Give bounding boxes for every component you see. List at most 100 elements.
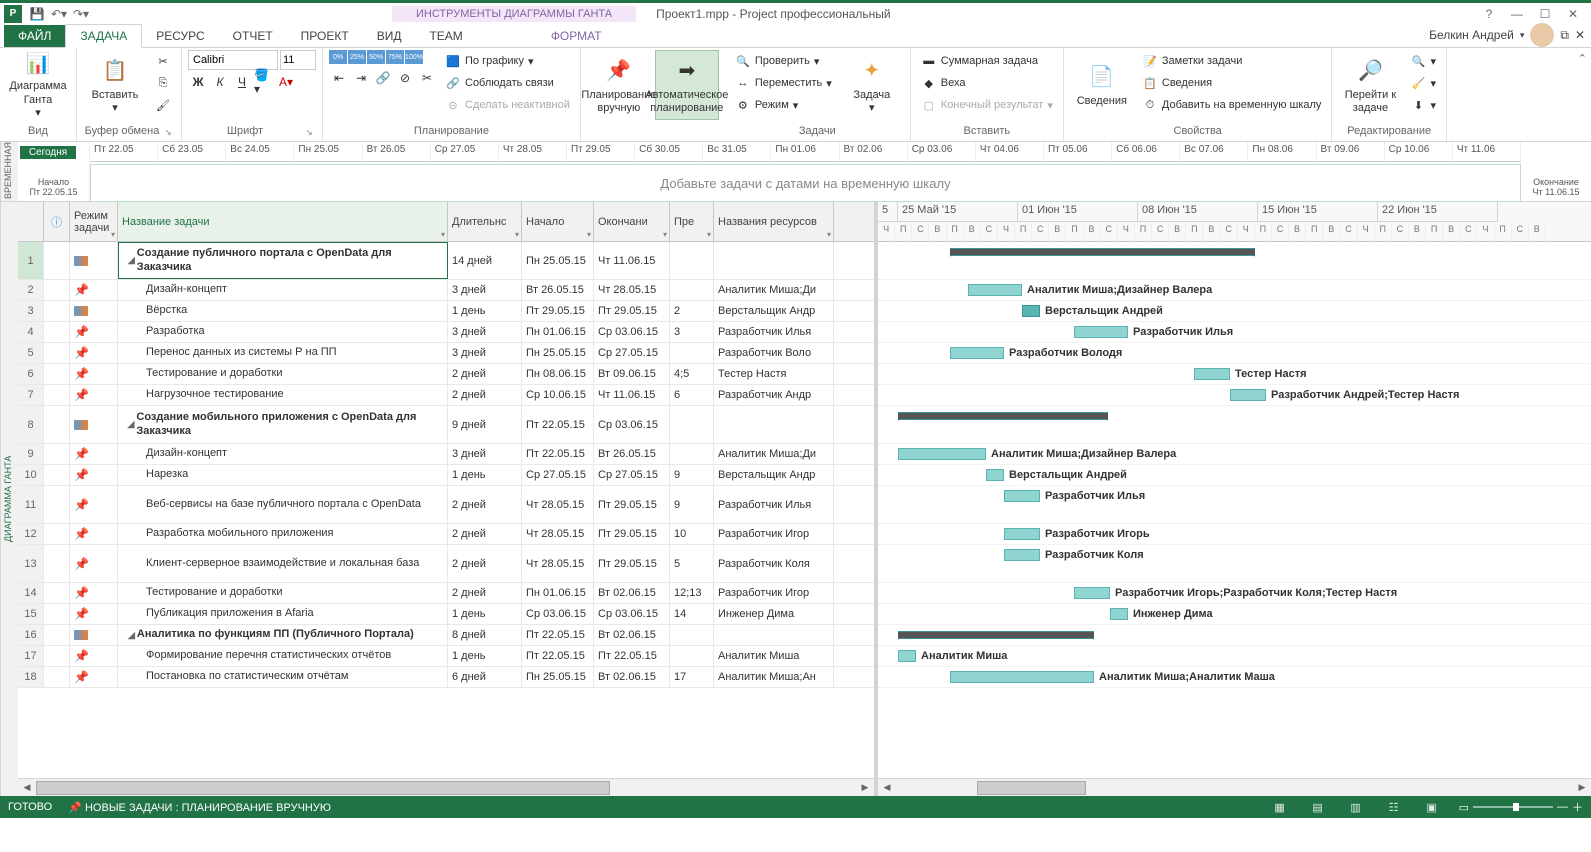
summary-bar[interactable] (898, 631, 1094, 639)
underline-button[interactable]: Ч (232, 72, 252, 92)
row-number[interactable]: 11 (18, 486, 44, 523)
cell-resources[interactable]: Верстальщик Андр (714, 301, 834, 321)
cell-start[interactable]: Чт 28.05.15 (522, 545, 594, 582)
row-number[interactable]: 8 (18, 406, 44, 443)
add-timeline-button[interactable]: ⏱Добавить на временную шкалу (1138, 94, 1326, 116)
cell-indicator[interactable] (44, 625, 70, 645)
cell-predecessors[interactable] (670, 625, 714, 645)
chart-row[interactable]: Аналитик Миша (878, 646, 1591, 667)
cell-mode[interactable]: 📌 (70, 667, 118, 687)
task-bar[interactable]: Аналитик Миша (898, 650, 916, 662)
user-avatar[interactable] (1530, 23, 1554, 47)
unlink-button[interactable]: ⊘ (395, 68, 415, 88)
qat-save[interactable]: 💾 (26, 4, 48, 24)
cell-predecessors[interactable]: 6 (670, 385, 714, 405)
tab-project[interactable]: ПРОЕКТ (287, 25, 363, 47)
scroll-right-button[interactable]: ▶ (856, 780, 874, 796)
cell-start[interactable]: Пн 25.05.15 (522, 242, 594, 279)
cell-duration[interactable]: 1 день (448, 301, 522, 321)
scroll-right-button[interactable]: ▶ (1573, 780, 1591, 796)
help-button[interactable]: ? (1475, 4, 1503, 24)
collapse-icon[interactable]: ◢ (128, 255, 135, 266)
cell-resources[interactable]: Аналитик Миша;Ди (714, 444, 834, 464)
task-row[interactable]: 6📌Тестирование и доработки2 днейПн 08.06… (18, 364, 874, 385)
cell-predecessors[interactable] (670, 444, 714, 464)
cell-predecessors[interactable]: 2 (670, 301, 714, 321)
row-number[interactable]: 13 (18, 545, 44, 582)
chart-hscroll[interactable]: ◀ ▶ (878, 778, 1591, 796)
col-name[interactable]: Название задачи▾ (118, 202, 448, 241)
row-number[interactable]: 16 (18, 625, 44, 645)
cell-indicator[interactable] (44, 465, 70, 485)
link-button[interactable]: 🔗 (373, 68, 393, 88)
chart-row[interactable]: Аналитик Миша;Аналитик Маша (878, 667, 1591, 688)
auto-schedule-button[interactable]: ➡Автоматическое планирование (655, 50, 719, 120)
fill-button[interactable]: ⬇▾ (1406, 94, 1440, 116)
task-bar[interactable]: Разработчик Володя (950, 347, 1004, 359)
cell-start[interactable]: Пн 01.06.15 (522, 583, 594, 603)
view-resource-sheet-button[interactable]: ☷ (1383, 798, 1405, 816)
cell-start[interactable]: Чт 28.05.15 (522, 486, 594, 523)
find-button[interactable]: 🔍▾ (1406, 50, 1440, 72)
cell-name[interactable]: Веб-сервисы на базе публичного портала с… (118, 486, 448, 523)
cut-button[interactable]: ✂ (151, 50, 175, 72)
user-name[interactable]: Белкин Андрей (1429, 28, 1514, 42)
inactivate-button[interactable]: ⊝Сделать неактивной (441, 94, 574, 116)
cell-indicator[interactable] (44, 545, 70, 582)
tab-resource[interactable]: РЕСУРС (142, 25, 218, 47)
task-row[interactable]: 15📌Публикация приложения в Afaria1 деньС… (18, 604, 874, 625)
task-row[interactable]: 7📌Нагрузочное тестирование2 днейСр 10.06… (18, 385, 874, 406)
mode-button[interactable]: ⚙Режим▾ (731, 94, 836, 116)
cell-duration[interactable]: 3 дней (448, 444, 522, 464)
manual-schedule-button[interactable]: 📌Планирование вручную (587, 50, 651, 120)
row-number[interactable]: 10 (18, 465, 44, 485)
cell-resources[interactable]: Тестер Настя (714, 364, 834, 384)
cell-indicator[interactable] (44, 604, 70, 624)
cell-duration[interactable]: 1 день (448, 604, 522, 624)
cell-end[interactable]: Вт 02.06.15 (594, 667, 670, 687)
cell-predecessors[interactable]: 14 (670, 604, 714, 624)
cell-name[interactable]: ◢Создание публичного портала с OpenData … (118, 242, 448, 279)
cell-end[interactable]: Ср 03.06.15 (594, 406, 670, 443)
cell-mode[interactable] (70, 242, 118, 279)
tab-file[interactable]: ФАЙЛ (4, 25, 65, 47)
cell-start[interactable]: Пт 29.05.15 (522, 301, 594, 321)
cell-start[interactable]: Чт 28.05.15 (522, 524, 594, 544)
cell-predecessors[interactable] (670, 406, 714, 443)
cell-end[interactable]: Пт 29.05.15 (594, 486, 670, 523)
row-number[interactable]: 9 (18, 444, 44, 464)
task-row[interactable]: 17📌Формирование перечня статистических о… (18, 646, 874, 667)
cell-indicator[interactable] (44, 301, 70, 321)
zoom-in-button[interactable]: ＋ (1572, 799, 1583, 815)
row-number[interactable]: 3 (18, 301, 44, 321)
chart-body[interactable]: Аналитик Миша;Дизайнер ВалераВерстальщик… (878, 242, 1591, 778)
col-predecessors[interactable]: Пре▾ (670, 202, 714, 241)
cell-duration[interactable]: 2 дней (448, 364, 522, 384)
cell-resources[interactable]: Разработчик Илья (714, 322, 834, 342)
cell-name[interactable]: Нагрузочное тестирование (118, 385, 448, 405)
font-name-input[interactable] (188, 50, 278, 70)
row-number[interactable]: 14 (18, 583, 44, 603)
task-row[interactable]: 9📌Дизайн-концепт3 днейПт 22.05.15Вт 26.0… (18, 444, 874, 465)
cell-end[interactable]: Вт 26.05.15 (594, 444, 670, 464)
cell-start[interactable]: Пт 22.05.15 (522, 406, 594, 443)
cell-end[interactable]: Ср 27.05.15 (594, 465, 670, 485)
cell-name[interactable]: Дизайн-концепт (118, 444, 448, 464)
qat-redo[interactable]: ↷▾ (70, 4, 92, 24)
cell-end[interactable]: Пт 29.05.15 (594, 545, 670, 582)
cell-resources[interactable]: Аналитик Миша (714, 646, 834, 666)
cell-indicator[interactable] (44, 444, 70, 464)
chart-row[interactable]: Разработчик Коля (878, 545, 1591, 583)
cell-resources[interactable] (714, 625, 834, 645)
tab-team[interactable]: TEAM (415, 25, 476, 47)
cell-mode[interactable]: 📌 (70, 524, 118, 544)
col-duration[interactable]: Длительнс▾ (448, 202, 522, 241)
chart-row[interactable]: Разработчик Игорь (878, 524, 1591, 545)
cell-start[interactable]: Вт 26.05.15 (522, 280, 594, 300)
close-button[interactable]: ✕ (1559, 4, 1587, 24)
gantt-chart-button[interactable]: 📊Диаграмма Ганта▾ (6, 50, 70, 120)
cell-mode[interactable] (70, 406, 118, 443)
cell-mode[interactable] (70, 625, 118, 645)
scroll-thumb[interactable] (36, 781, 610, 795)
cell-duration[interactable]: 3 дней (448, 280, 522, 300)
